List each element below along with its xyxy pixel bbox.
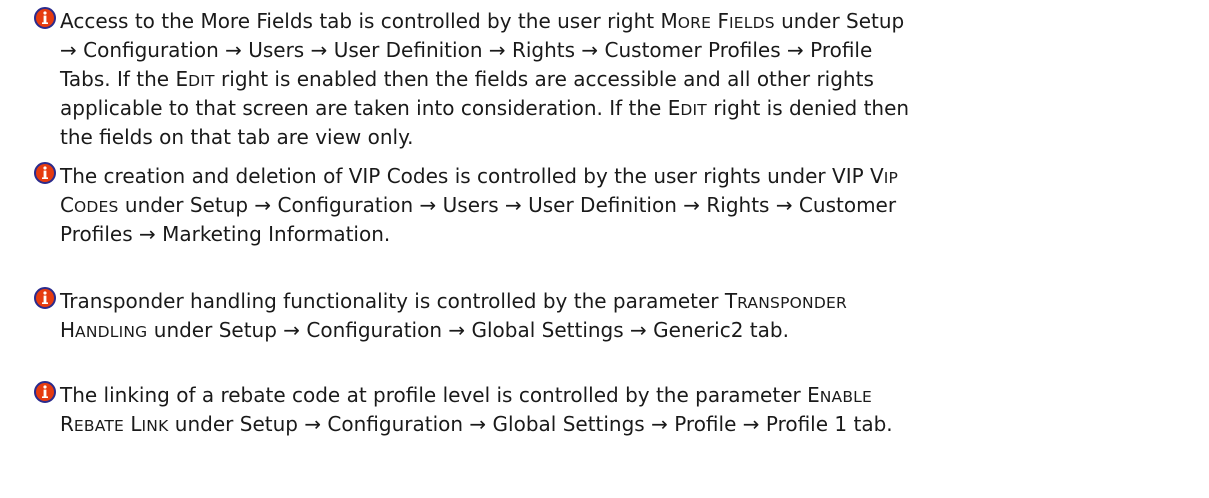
note-line: Tabs. If the EDIT right is enabled then …: [60, 67, 874, 91]
note-text: Access to the More Fields tab is control…: [60, 7, 1209, 152]
setting-name: TRANSPONDER: [724, 289, 847, 313]
note-line: HANDLING under Setup → Configuration → G…: [60, 318, 789, 342]
note-text: The creation and deletion of VIP Codes i…: [60, 162, 1209, 249]
info-icon: [34, 381, 56, 403]
setting-name: EDIT: [667, 96, 707, 120]
note-line: Transponder handling functionality is co…: [60, 289, 847, 313]
info-icon: [34, 7, 56, 29]
setting-name: REBATE LINK: [60, 412, 169, 436]
note-line: CODES under Setup → Configuration → User…: [60, 193, 897, 217]
note-line: Access to the More Fields tab is control…: [60, 9, 905, 33]
note-line: REBATE LINK under Setup → Configuration …: [60, 412, 893, 436]
setting-name: HANDLING: [60, 318, 148, 342]
note-line: Profiles → Marketing Information.: [60, 222, 391, 246]
setting-name: VIP: [870, 164, 899, 188]
setting-name: EDIT: [175, 67, 215, 91]
note-line: → Configuration → Users → User Definitio…: [60, 38, 873, 62]
note-text: The linking of a rebate code at profile …: [60, 381, 1209, 439]
setting-name: ENABLE: [807, 383, 872, 407]
help-notes-page: { "notes": [ { "lines": [ ["Access to th…: [0, 0, 1209, 498]
note-line: The creation and deletion of VIP Codes i…: [60, 164, 899, 188]
info-icon: [34, 162, 56, 184]
note-text: Transponder handling functionality is co…: [60, 287, 1209, 345]
setting-name: MORE FIELDS: [660, 9, 775, 33]
note-line: the fields on that tab are view only.: [60, 125, 414, 149]
note-line: The linking of a rebate code at profile …: [60, 383, 872, 407]
note-line: applicable to that screen are taken into…: [60, 96, 910, 120]
info-icon: [34, 287, 56, 309]
setting-name: CODES: [60, 193, 119, 217]
